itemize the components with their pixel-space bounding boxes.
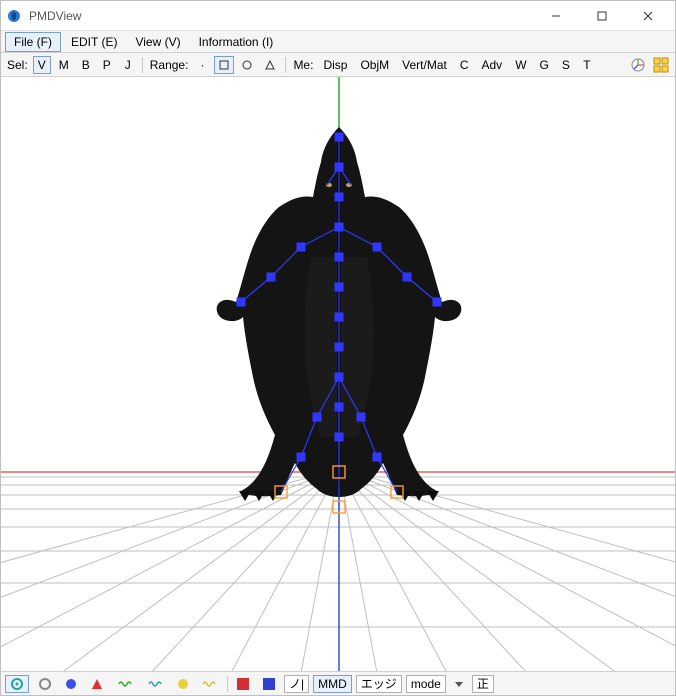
menu-file[interactable]: File (F) bbox=[5, 32, 61, 52]
viewport-3d[interactable] bbox=[1, 77, 675, 671]
me-g-button[interactable]: G bbox=[535, 56, 554, 74]
range-dot-button[interactable]: · bbox=[193, 56, 211, 74]
separator bbox=[227, 676, 228, 692]
range-triangle-button[interactable] bbox=[260, 56, 280, 74]
close-button[interactable] bbox=[625, 1, 671, 31]
range-box-button[interactable] bbox=[214, 56, 234, 74]
menu-information[interactable]: Information (I) bbox=[191, 33, 282, 51]
window-title: PMDView bbox=[29, 9, 533, 23]
minimize-button[interactable] bbox=[533, 1, 579, 31]
me-s-button[interactable]: S bbox=[557, 56, 575, 74]
axis-preset-icon[interactable] bbox=[628, 56, 648, 74]
me-label: Me: bbox=[291, 58, 315, 72]
maximize-button[interactable] bbox=[579, 1, 625, 31]
app-icon bbox=[5, 7, 23, 25]
disp-dot-blue-icon[interactable] bbox=[61, 675, 81, 693]
me-c-button[interactable]: C bbox=[455, 56, 474, 74]
disp-wave-teal-icon[interactable] bbox=[143, 675, 169, 693]
menubar: File (F) EDIT (E) View (V) Information (… bbox=[1, 31, 675, 53]
titlebar: PMDView bbox=[1, 1, 675, 31]
front-view-button[interactable]: 正 bbox=[472, 675, 494, 693]
mode-button[interactable]: mode bbox=[406, 675, 446, 693]
disp-dot-yellow-icon[interactable] bbox=[173, 675, 193, 693]
sel-label: Sel: bbox=[5, 58, 30, 72]
disp-triangle-red-icon[interactable] bbox=[85, 675, 109, 693]
sel-b-button[interactable]: B bbox=[77, 56, 95, 74]
separator bbox=[285, 57, 286, 73]
menu-view[interactable]: View (V) bbox=[127, 33, 188, 51]
sel-p-button[interactable]: P bbox=[98, 56, 116, 74]
me-disp-button[interactable]: Disp bbox=[318, 56, 352, 74]
quad-view-icon[interactable] bbox=[651, 56, 671, 74]
range-circle-button[interactable] bbox=[237, 56, 257, 74]
edge-button[interactable]: エッジ bbox=[356, 675, 402, 693]
palette-red-icon[interactable] bbox=[232, 675, 254, 693]
toolbar: Sel: V M B P J Range: · Me: Disp ObjM Ve… bbox=[1, 53, 675, 77]
separator bbox=[142, 57, 143, 73]
me-adv-button[interactable]: Adv bbox=[477, 56, 508, 74]
me-w-button[interactable]: W bbox=[510, 56, 531, 74]
me-vertmat-button[interactable]: Vert/Mat bbox=[397, 56, 452, 74]
disp-circle-teal-icon[interactable] bbox=[5, 675, 29, 693]
me-t-button[interactable]: T bbox=[578, 56, 596, 74]
sel-m-button[interactable]: M bbox=[54, 56, 74, 74]
bottom-bar: ノ| MMD エッジ mode 正 bbox=[1, 671, 675, 695]
menu-edit[interactable]: EDIT (E) bbox=[63, 33, 125, 51]
me-objm-button[interactable]: ObjM bbox=[355, 56, 394, 74]
disp-ring-gray-icon[interactable] bbox=[33, 675, 57, 693]
sel-v-button[interactable]: V bbox=[33, 56, 51, 74]
sel-j-button[interactable]: J bbox=[119, 56, 137, 74]
normal-button[interactable]: ノ| bbox=[284, 675, 309, 693]
mmd-button[interactable]: MMD bbox=[313, 675, 352, 693]
palette-blue-icon[interactable] bbox=[258, 675, 280, 693]
disp-wave-yellow-icon[interactable] bbox=[197, 675, 223, 693]
disp-wave-green-icon[interactable] bbox=[113, 675, 139, 693]
range-label: Range: bbox=[148, 58, 191, 72]
mode-dropdown-icon[interactable] bbox=[450, 675, 468, 693]
